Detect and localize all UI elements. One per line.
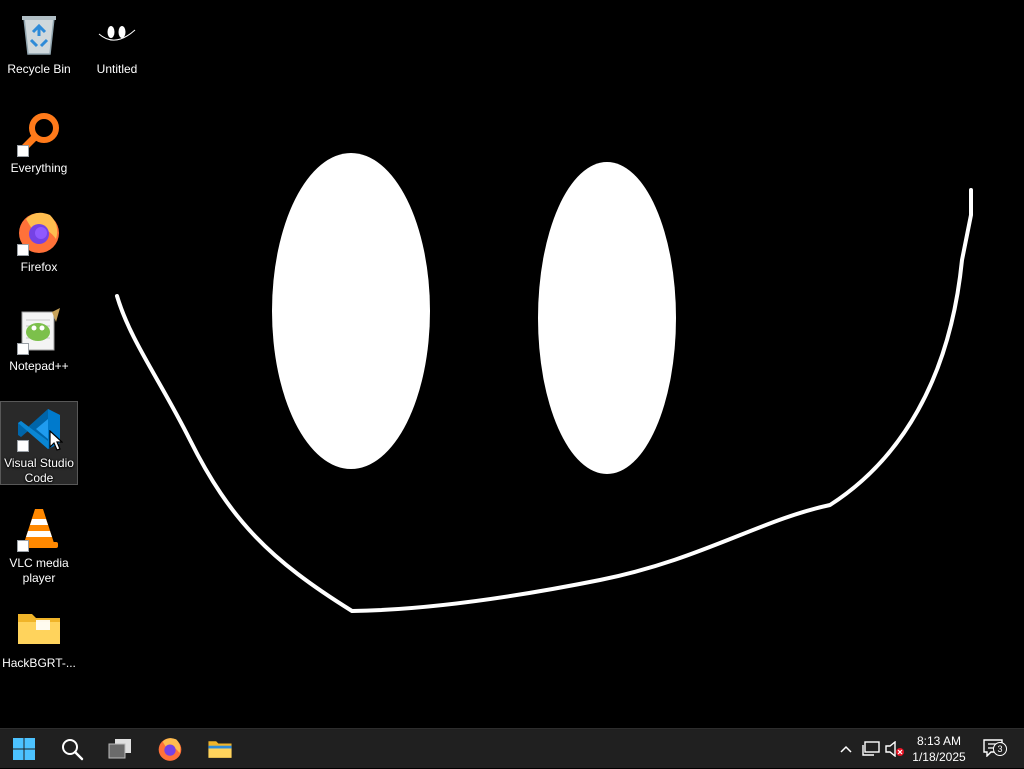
shortcut-arrow-icon xyxy=(17,145,29,157)
search-button[interactable] xyxy=(48,729,96,769)
desktop-icon-label: Notepad++ xyxy=(9,359,69,373)
desktop-icon-hackbgrt-folder[interactable]: HackBGRT-... xyxy=(0,600,78,671)
wallpaper-smiley xyxy=(115,153,973,613)
search-icon xyxy=(62,739,84,761)
mouse-cursor-icon xyxy=(49,430,63,451)
vlc-icon xyxy=(15,504,63,552)
taskbar: 8:13 AM 1/18/2025 3 xyxy=(0,728,1024,768)
desktop-icon-vlc[interactable]: VLC media player xyxy=(0,500,78,586)
desktop-icon-label: Visual Studio Code xyxy=(4,456,74,485)
tray-network-button[interactable] xyxy=(860,729,882,769)
notepad-plus-plus-icon xyxy=(15,307,63,355)
left-eye xyxy=(272,153,430,469)
task-view-icon xyxy=(108,739,131,759)
desktop-icon-label: Everything xyxy=(10,161,68,175)
desktop-icon-vscode[interactable]: Visual Studio Code xyxy=(0,401,78,485)
firefox-icon xyxy=(158,738,182,761)
folder-icon xyxy=(15,604,63,652)
network-icon xyxy=(862,741,880,756)
untitled-image-icon xyxy=(93,10,141,58)
start-button[interactable] xyxy=(0,729,48,769)
clock-time: 8:13 AM xyxy=(916,734,962,748)
desktop-icon-label: HackBGRT-... xyxy=(2,656,76,670)
windows-start-icon xyxy=(13,738,35,760)
right-eye xyxy=(538,162,676,474)
taskbar-firefox-button[interactable] xyxy=(146,729,194,769)
shortcut-arrow-icon xyxy=(17,244,29,256)
chevron-up-icon xyxy=(840,745,852,753)
taskbar-clock[interactable]: 8:13 AM 1/18/2025 xyxy=(902,731,976,767)
desktop-icon-recycle-bin[interactable]: Recycle Bin xyxy=(0,6,78,77)
desktop: Recycle Bin Untitled Everything Firefox … xyxy=(0,0,1024,728)
tray-overflow-button[interactable] xyxy=(836,729,856,769)
everything-search-icon xyxy=(15,109,63,157)
desktop-icon-untitled[interactable]: Untitled xyxy=(78,6,156,77)
desktop-icon-label: VLC media player xyxy=(9,556,69,585)
desktop-icon-firefox[interactable]: Firefox xyxy=(0,204,78,275)
notification-center-button[interactable]: 3 xyxy=(980,729,1007,769)
shortcut-arrow-icon xyxy=(17,540,29,552)
desktop-icon-notepad-plus-plus[interactable]: Notepad++ xyxy=(0,303,78,374)
taskbar-file-explorer-button[interactable] xyxy=(196,729,244,769)
firefox-icon xyxy=(15,208,63,256)
recycle-bin-icon xyxy=(15,10,63,58)
desktop-icon-label: Firefox xyxy=(20,260,58,274)
clock-date: 1/18/2025 xyxy=(912,750,966,764)
desktop-icon-label: Untitled xyxy=(96,62,138,76)
notification-count-badge: 3 xyxy=(993,742,1007,756)
file-explorer-icon xyxy=(208,741,232,758)
shortcut-arrow-icon xyxy=(17,343,29,355)
smile-curve xyxy=(115,188,973,613)
desktop-icon-everything[interactable]: Everything xyxy=(0,105,78,176)
desktop-icon-label: Recycle Bin xyxy=(7,62,71,76)
shortcut-arrow-icon xyxy=(17,440,29,452)
task-view-button[interactable] xyxy=(96,729,144,769)
